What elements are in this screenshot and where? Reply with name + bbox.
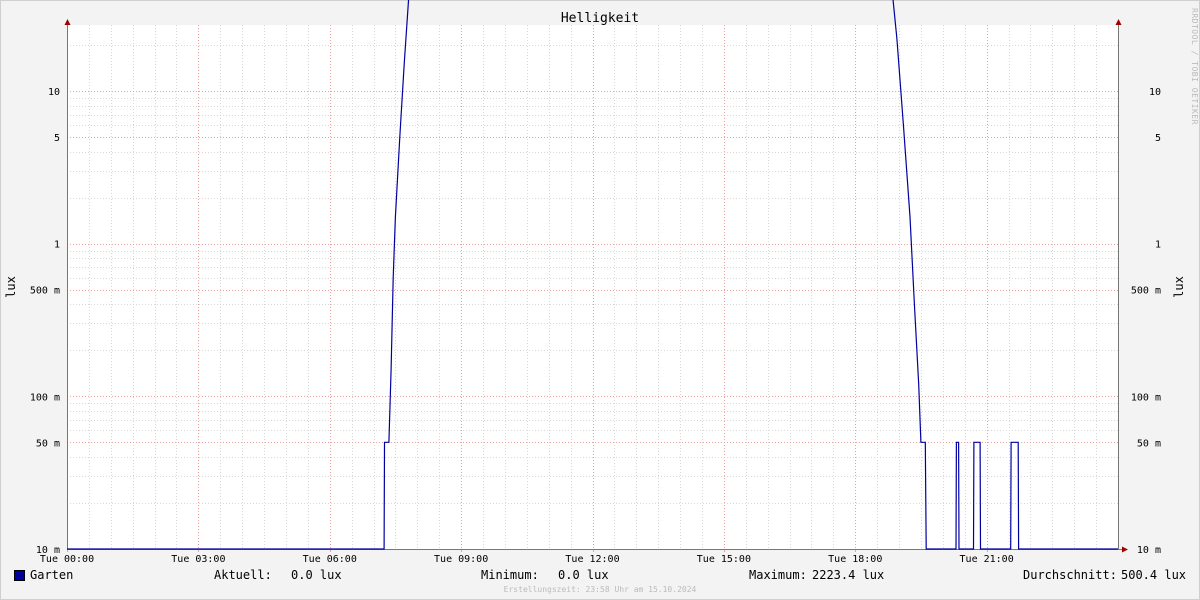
plot-background bbox=[67, 25, 1118, 549]
y-tick-label-right: 5 bbox=[1155, 133, 1161, 144]
stat-min-value: 0.0 lux bbox=[558, 568, 609, 582]
stat-current-label: Aktuell: bbox=[214, 568, 272, 582]
x-tick-label: Tue 21:00 bbox=[960, 554, 1014, 565]
y-tick-label-right: 500 m bbox=[1131, 286, 1161, 297]
y-axis-arrow-right bbox=[1115, 19, 1122, 25]
stat-max-label: Maximum: bbox=[749, 568, 807, 582]
y-tick-label-right: 100 m bbox=[1131, 392, 1161, 403]
y-tick-label-left: 5 bbox=[54, 133, 60, 144]
y-axis-arrow-left bbox=[64, 19, 71, 25]
stat-max-value: 2223.4 lux bbox=[812, 568, 885, 582]
x-axis-arrow bbox=[1122, 546, 1128, 553]
legend-swatch-garten bbox=[14, 570, 25, 581]
x-tick-label: Tue 15:00 bbox=[697, 554, 751, 565]
stat-min-label: Minimum: bbox=[481, 568, 539, 582]
x-tick-label: Tue 18:00 bbox=[828, 554, 882, 565]
legend-series-name: Garten bbox=[30, 568, 74, 582]
y-tick-label-left: 100 m bbox=[30, 392, 60, 403]
y-tick-label-left: 10 bbox=[48, 87, 60, 98]
y-tick-label-right: 10 bbox=[1149, 87, 1161, 98]
stat-current-value: 0.0 lux bbox=[291, 568, 342, 582]
y-tick-label-right: 50 m bbox=[1137, 438, 1161, 449]
y-tick-label-left: 500 m bbox=[30, 286, 60, 297]
x-tick-label: Tue 09:00 bbox=[434, 554, 488, 565]
stat-avg-value: 500.4 lux bbox=[1121, 568, 1187, 582]
x-tick-label: Tue 12:00 bbox=[565, 554, 619, 565]
footer-timestamp: Erstellungszeit: 23:58 Uhr am 15.10.2024 bbox=[503, 585, 697, 594]
y-tick-label-left: 1 bbox=[54, 240, 60, 251]
plot-area: Tue 00:00 Tue 03:00 Tue 06:00 Tue 09:00 Tue … bbox=[30, 0, 1161, 565]
x-tick-label: Tue 03:00 bbox=[171, 554, 225, 565]
stat-avg-label: Durchschnitt: bbox=[1023, 568, 1117, 582]
y-tick-label-right: 10 m bbox=[1137, 545, 1161, 556]
y-tick-label-left: 50 m bbox=[36, 438, 60, 449]
y-tick-label-left: 10 m bbox=[36, 545, 60, 556]
y-tick-label-right: 1 bbox=[1155, 240, 1161, 251]
x-tick-label: Tue 06:00 bbox=[303, 554, 357, 565]
